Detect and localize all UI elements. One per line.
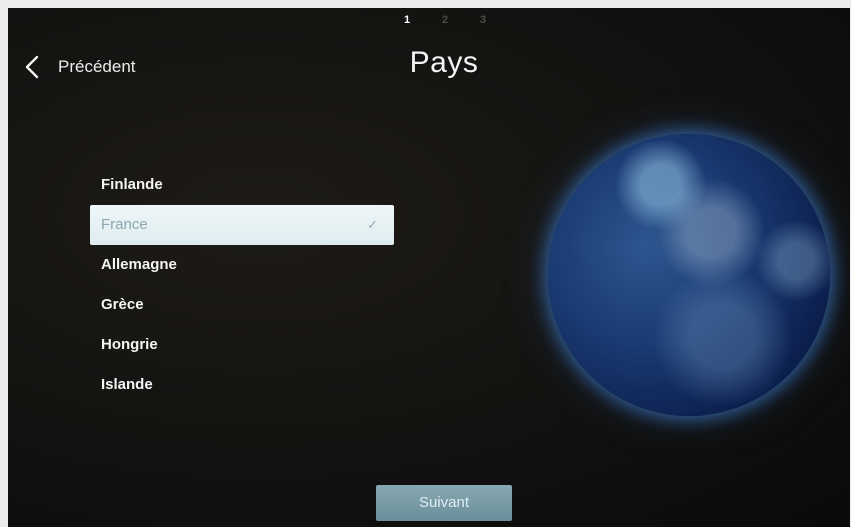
country-item-islande[interactable]: Islande xyxy=(90,365,394,405)
country-item-grece[interactable]: Grèce xyxy=(90,285,394,325)
country-label: Islande xyxy=(101,376,153,393)
step-1: 1 xyxy=(403,14,411,26)
step-indicator: 1 2 3 xyxy=(398,14,492,26)
country-item-finlande[interactable]: Finlande xyxy=(90,165,394,205)
country-label: Allemagne xyxy=(101,256,177,273)
check-icon: ✓ xyxy=(367,217,378,232)
country-item-hongrie[interactable]: Hongrie xyxy=(90,325,394,365)
country-label: Grèce xyxy=(101,296,144,313)
country-item-allemagne[interactable]: Allemagne xyxy=(90,245,394,285)
setup-screen: 1 2 3 Précédent Pays Finlande France ✓ A… xyxy=(8,8,850,527)
country-list: Finlande France ✓ Allemagne Grèce Hongri… xyxy=(90,165,394,405)
step-2: 2 xyxy=(441,14,449,26)
step-3: 3 xyxy=(479,14,487,26)
globe-image xyxy=(548,134,830,416)
country-label: France xyxy=(101,216,148,233)
country-item-france[interactable]: France ✓ xyxy=(90,205,394,245)
country-label: Hongrie xyxy=(101,336,158,353)
next-button[interactable]: Suivant xyxy=(376,485,512,521)
country-label: Finlande xyxy=(101,176,163,193)
page-title: Pays xyxy=(409,46,479,79)
